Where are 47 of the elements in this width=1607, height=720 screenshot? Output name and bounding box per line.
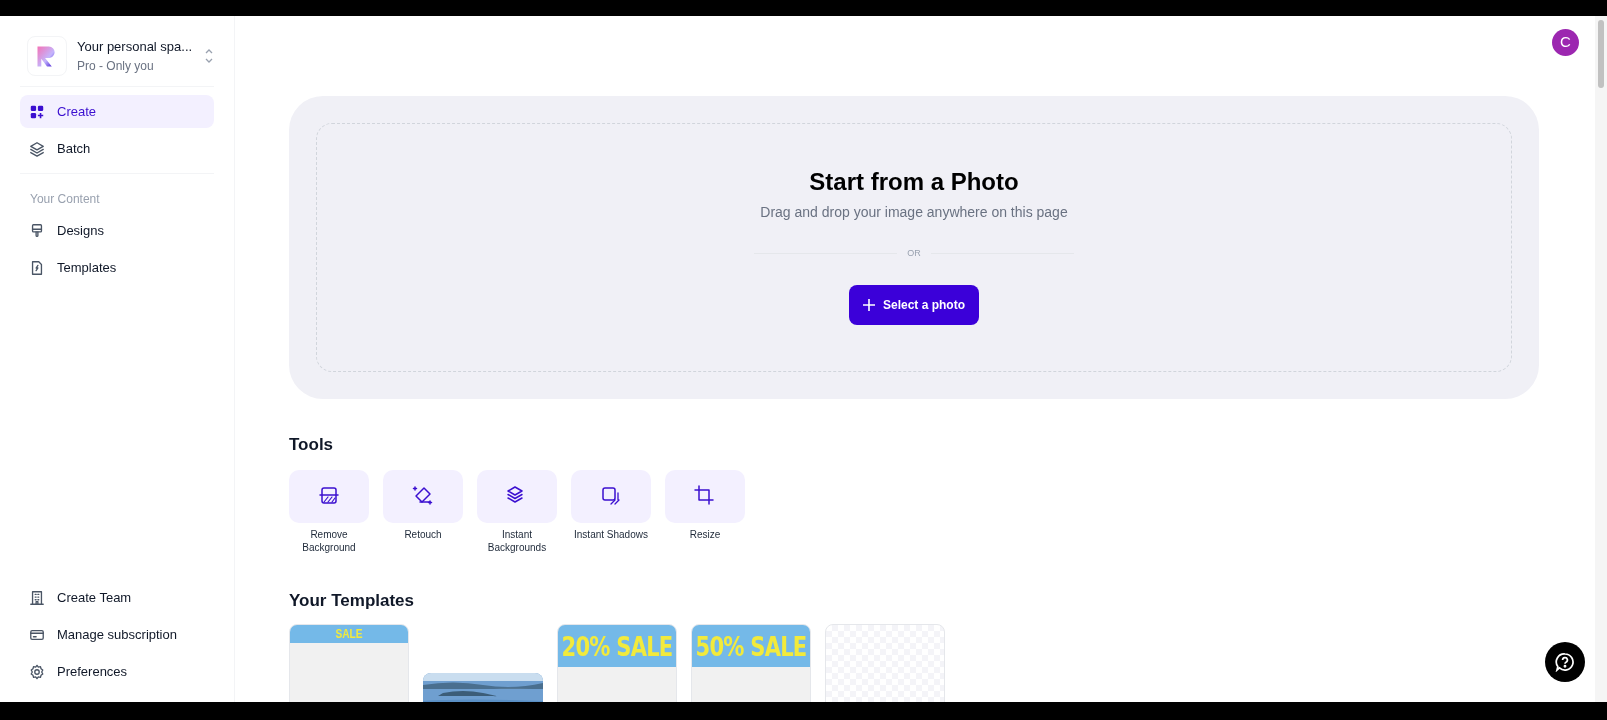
tool-label: Resize bbox=[688, 527, 722, 541]
nav-item[interactable]: Batch bbox=[20, 132, 214, 165]
tool-tile[interactable] bbox=[665, 469, 745, 523]
nav-item[interactable]: Templates bbox=[20, 251, 214, 284]
help-button[interactable] bbox=[1545, 642, 1585, 682]
template-banner-text: 20% SALE bbox=[561, 632, 673, 660]
grid-icon bbox=[29, 103, 45, 120]
tool-tile[interactable] bbox=[383, 469, 463, 523]
plus-icon bbox=[863, 298, 875, 311]
upload-title: Start from a Photo bbox=[809, 167, 1019, 197]
template-banner-text: SALE bbox=[335, 628, 363, 640]
chevron-updown-icon[interactable] bbox=[204, 47, 214, 65]
workspace-name: Your personal spa... bbox=[77, 38, 194, 57]
help-icon bbox=[1555, 652, 1575, 672]
scrollbar[interactable] bbox=[1595, 16, 1607, 702]
tool-label: Remove Background bbox=[301, 527, 357, 554]
tool-label: Instant Backgrounds bbox=[486, 527, 548, 554]
tool-tile[interactable] bbox=[289, 469, 369, 523]
template-banner-text: 50% SALE bbox=[695, 632, 807, 660]
file-icon bbox=[29, 259, 45, 276]
brush-icon bbox=[29, 222, 45, 239]
layers-icon bbox=[29, 140, 45, 157]
nav-item[interactable]: Manage subscription bbox=[20, 618, 214, 651]
divider-text: OR bbox=[907, 247, 921, 260]
nav-item[interactable]: Create bbox=[20, 95, 214, 128]
settings-icon bbox=[29, 663, 45, 680]
shadow-icon bbox=[600, 485, 622, 507]
tool-tile[interactable] bbox=[571, 469, 651, 523]
section-heading: Your Content bbox=[29, 191, 101, 208]
nav-item[interactable]: Preferences bbox=[20, 655, 214, 688]
upload-subtitle: Drag and drop your image anywhere on this page bbox=[760, 203, 1068, 222]
crop-icon bbox=[694, 485, 716, 507]
workspace-plan: Pro - Only you bbox=[77, 57, 155, 75]
section-title: Your Templates bbox=[289, 589, 415, 612]
tool-label: Instant Shadows bbox=[573, 527, 649, 541]
drop-zone[interactable]: Start from a Photo Drag and drop your image anywhere on this page OR Select a photo bbox=[316, 123, 1512, 372]
nav-item[interactable]: Create Team bbox=[20, 581, 214, 614]
building-icon bbox=[29, 589, 45, 606]
tool-tile[interactable] bbox=[477, 469, 557, 523]
eraser-icon bbox=[412, 485, 434, 507]
select-photo-button[interactable]: Select a photo bbox=[849, 284, 979, 325]
tool-label: Retouch bbox=[403, 527, 443, 541]
section-title: Tools bbox=[289, 434, 335, 456]
app-logo bbox=[27, 36, 67, 76]
nav-item[interactable]: Designs bbox=[20, 214, 214, 247]
background-removal-icon bbox=[318, 485, 340, 507]
user-avatar[interactable]: C bbox=[1552, 29, 1579, 56]
